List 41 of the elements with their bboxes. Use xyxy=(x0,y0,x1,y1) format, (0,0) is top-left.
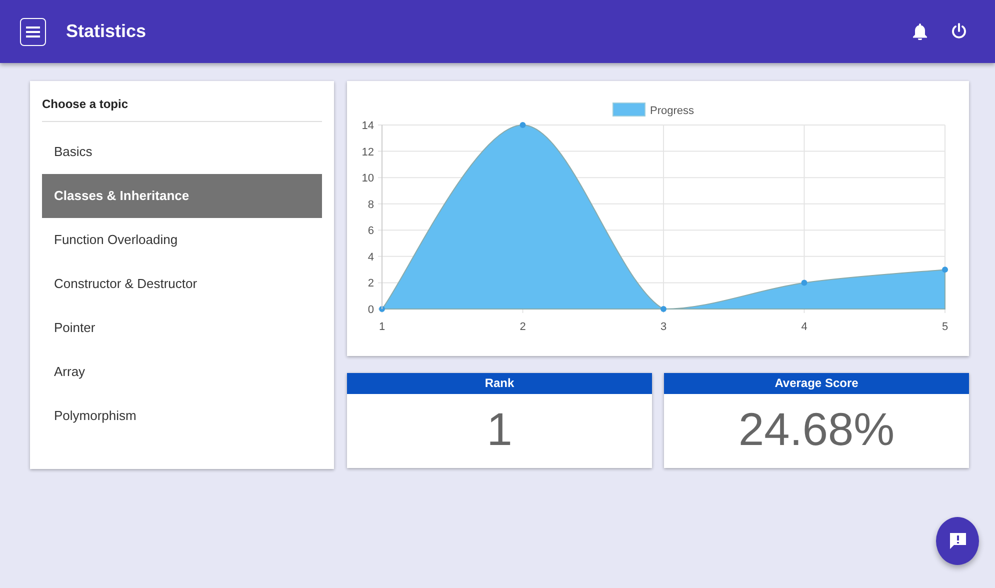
y-tick-label: 10 xyxy=(362,172,374,185)
feedback-button[interactable] xyxy=(936,517,979,565)
y-tick-label: 8 xyxy=(368,198,374,211)
x-tick-label: 2 xyxy=(520,321,526,333)
stat-title: Average Score xyxy=(664,373,969,394)
y-tick-label: 6 xyxy=(368,225,374,238)
stat-title: Rank xyxy=(347,373,652,394)
app-title: Statistics xyxy=(66,20,146,43)
data-point xyxy=(660,306,666,312)
data-point xyxy=(379,306,385,312)
topic-heading: Choose a topic xyxy=(42,95,322,122)
y-tick-label: 0 xyxy=(368,304,374,316)
power-icon xyxy=(951,23,967,40)
topic-item[interactable]: Pointer xyxy=(42,306,322,350)
bell-icon xyxy=(913,23,927,40)
menu-button[interactable] xyxy=(20,18,46,46)
data-point xyxy=(801,280,808,286)
alert-message-icon xyxy=(948,532,966,550)
data-point xyxy=(942,266,948,273)
topic-item[interactable]: Polymorphism xyxy=(42,394,322,438)
x-tick-label: 5 xyxy=(942,321,948,333)
topic-item[interactable]: Classes & Inheritance xyxy=(42,174,322,218)
y-tick-label: 12 xyxy=(362,146,374,158)
topic-item[interactable]: Array xyxy=(42,350,322,394)
power-button[interactable] xyxy=(951,23,967,40)
data-point xyxy=(520,122,526,128)
x-tick-label: 4 xyxy=(801,321,808,333)
menu-icon xyxy=(26,26,40,38)
topic-item[interactable]: Constructor & Destructor xyxy=(42,262,322,306)
stat-value: 1 xyxy=(486,402,514,457)
notifications-button[interactable] xyxy=(913,23,927,40)
x-tick-label: 1 xyxy=(378,321,386,333)
stat-value: 24.68% xyxy=(737,402,896,457)
topic-item[interactable]: Basics xyxy=(42,130,322,174)
legend-label: Progress xyxy=(650,105,694,117)
legend-swatch xyxy=(612,102,646,116)
topic-item[interactable]: Function Overloading xyxy=(42,218,322,262)
y-tick-label: 4 xyxy=(368,251,374,264)
y-tick-label: 2 xyxy=(368,278,374,290)
x-tick-label: 3 xyxy=(660,321,667,333)
y-tick-label: 14 xyxy=(362,120,374,132)
